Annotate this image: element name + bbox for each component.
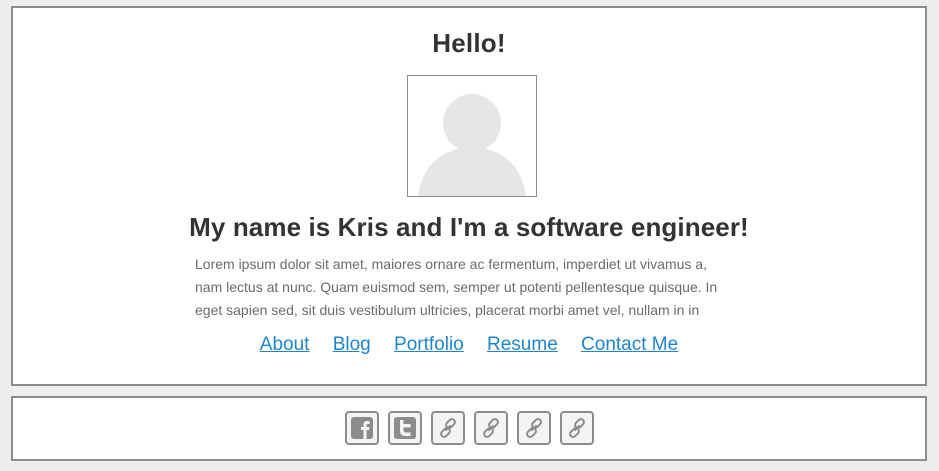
nav-links: About Blog Portfolio Resume Contact Me xyxy=(13,334,925,356)
link-button[interactable] xyxy=(559,411,594,445)
link-button[interactable] xyxy=(430,411,465,445)
bio-line: eget sapien sed, sit duis vestibulum ult… xyxy=(195,302,700,318)
facebook-icon xyxy=(350,417,373,439)
greeting-heading: Hello! xyxy=(432,28,506,58)
twitter-button[interactable] xyxy=(387,411,422,445)
facebook-button[interactable] xyxy=(344,411,379,445)
user-silhouette-icon xyxy=(418,94,526,196)
link-icon xyxy=(525,418,542,438)
nav-link-portfolio[interactable]: Portfolio xyxy=(394,334,464,355)
social-links-row xyxy=(13,411,925,445)
nav-link-blog[interactable]: Blog xyxy=(333,334,371,355)
profile-card: Hello! My name is Kris and I'm a softwar… xyxy=(11,6,927,386)
nav-link-contact[interactable]: Contact Me xyxy=(581,334,678,355)
bio-line: nam lectus at nunc. Quam euismod sem, se… xyxy=(195,279,718,295)
bio-paragraph: Lorem ipsum dolor sit amet, maiores orna… xyxy=(195,253,755,322)
link-icon xyxy=(568,418,585,438)
link-button[interactable] xyxy=(473,411,508,445)
link-button[interactable] xyxy=(516,411,551,445)
nav-link-resume[interactable]: Resume xyxy=(487,334,558,355)
social-links-card xyxy=(11,396,927,461)
bio-line: Lorem ipsum dolor sit amet, maiores orna… xyxy=(195,256,707,272)
nav-link-about[interactable]: About xyxy=(260,334,310,355)
link-icon xyxy=(439,418,456,438)
link-icon xyxy=(482,418,499,438)
twitter-icon xyxy=(393,417,416,439)
avatar xyxy=(407,75,537,197)
tagline-heading: My name is Kris and I'm a software engin… xyxy=(189,212,749,242)
